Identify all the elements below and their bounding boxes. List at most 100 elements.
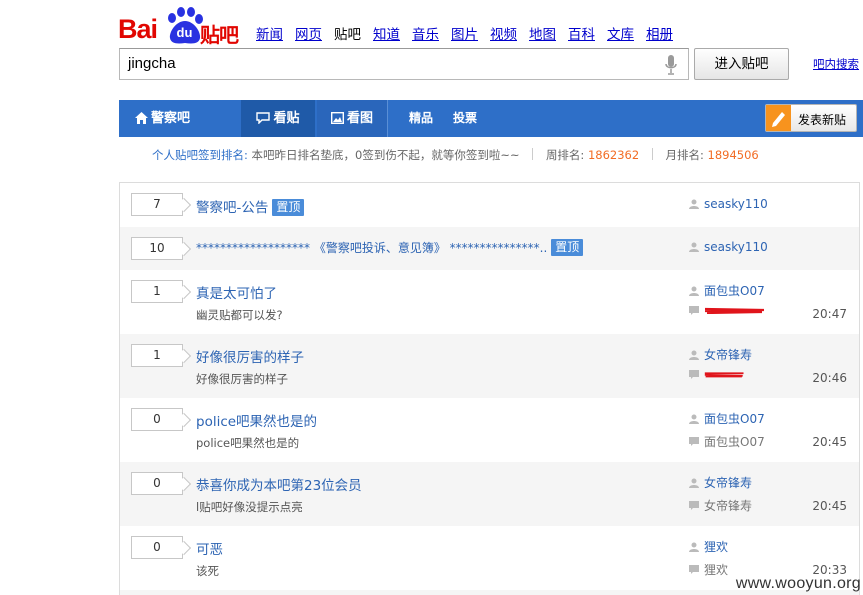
week-rank-value: 1862362 [587,148,640,162]
reply-count: 0 [131,536,183,559]
user-icon [689,242,699,252]
author-name[interactable]: 面包虫O07 [704,412,765,426]
topnav-map[interactable]: 地图 [529,23,556,43]
thread-row: 0 恭喜你成为本吧第23位会员 l贴吧好像没提示点亮 女帝锋寿 女帝锋寿 20:… [120,462,859,526]
author-name[interactable]: seasky110 [704,197,768,211]
thread-title[interactable]: 真是太可怕了 [196,282,277,302]
thread-author[interactable]: 女帝锋寿 [689,474,752,491]
enter-tieba-button[interactable]: 进入贴吧 [694,48,789,80]
topnav-music[interactable]: 音乐 [412,23,439,43]
redacted-mark [704,372,744,378]
home-icon [135,112,148,124]
tab-pictures[interactable]: 看图 [317,100,387,137]
topnav-tieba: 贴吧 [334,27,361,43]
thread-title[interactable]: ******************* 《警察吧投诉、意见簿》 ********… [196,241,547,255]
reply-count: 1 [131,280,183,303]
comment-icon [689,437,699,446]
thread-abstract: police吧果然也是的 [196,436,300,450]
last-reply-time: 20:47 [812,307,847,321]
topnav-zhidao[interactable]: 知道 [373,23,400,43]
reply-count: 0 [131,408,183,431]
thread-author[interactable]: seasky110 [689,240,768,254]
search-input[interactable]: jingcha [119,48,689,80]
last-replier-name[interactable]: 女帝锋寿 [704,499,752,513]
thread-row: 1 真是太可怕了 幽灵贴都可以发? 面包虫O07 20:47 [120,270,859,334]
thread-title[interactable]: 可恶 [196,538,223,558]
logo-text-tieba: 贴吧 [200,23,239,47]
week-rank-label: 周排名: [545,148,585,162]
user-icon [689,350,699,360]
rank-label[interactable]: 个人贴吧签到排名: [152,148,248,162]
last-replier[interactable]: 面包虫O07 [689,433,765,450]
sign-in-rank: 个人贴吧签到排名: 本吧昨日排名垫底，0签到伤不起，就等你签到啦~~ 周排名: … [152,147,759,163]
forum-home-link[interactable]: 警察吧 [135,100,190,137]
new-post-label: 发表新贴 [798,113,847,127]
comment-icon [689,565,699,574]
thread-title[interactable]: police吧果然也是的 [196,410,317,430]
thread-row: 0 police吧果然也是的 police吧果然也是的 面包虫O07 面包虫O0… [120,398,859,462]
pinned-badge: 置顶 [551,239,584,256]
navbar-divider [387,100,388,137]
logo-text-du: du [176,25,193,40]
last-replier[interactable] [689,368,754,382]
thread-title[interactable]: 警察吧-公告 [196,200,268,216]
logo-text-bai: Bai [118,14,158,44]
month-rank-label: 月排名: [665,148,704,162]
reply-count: 7 [131,193,183,216]
month-rank-value: 1894506 [707,148,759,162]
thread-title-link[interactable]: ******************* 《警察吧投诉、意见簿》 ********… [196,239,584,256]
thread-abstract: l贴吧好像没提示点亮 [196,500,303,514]
thread-author[interactable]: seasky110 [689,197,768,211]
thread-author[interactable]: 面包虫O07 [689,282,765,299]
thread-abstract: 幽灵贴都可以发? [196,308,283,322]
tab-featured[interactable]: 精品 [409,100,433,137]
thread-title[interactable]: 恭喜你成为本吧第23位会员 [196,474,362,494]
thread-author[interactable]: 女帝锋寿 [689,346,752,363]
pinned-badge: 置顶 [272,199,305,216]
tab-posts[interactable]: 看贴 [241,100,315,137]
author-name[interactable]: seasky110 [704,240,768,254]
topnav-baike[interactable]: 百科 [568,23,595,43]
thread-author[interactable]: 面包虫O07 [689,410,765,427]
author-name[interactable]: 狸欢 [704,540,728,554]
inner-search-link[interactable]: 吧内搜索 [813,56,859,72]
picture-icon [330,112,344,124]
tab-vote[interactable]: 投票 [453,100,477,137]
topnav-video[interactable]: 视频 [490,23,517,43]
last-replier[interactable] [689,304,766,318]
rank-divider [651,148,653,160]
last-reply-time: 20:45 [812,435,847,449]
last-replier-name[interactable]: 面包虫O07 [704,435,765,449]
user-icon [689,414,699,424]
author-name[interactable]: 女帝锋寿 [704,476,752,490]
microphone-icon[interactable] [664,54,678,76]
last-reply-time: 20:46 [812,371,847,385]
thread-title[interactable]: 好像很厉害的样子 [196,346,304,366]
redacted-mark [704,307,765,314]
comment-icon [689,306,699,315]
new-post-button[interactable]: 发表新贴 [765,104,857,132]
topnav-album[interactable]: 相册 [646,23,673,43]
topnav-images[interactable]: 图片 [451,23,478,43]
comment-icon [689,370,699,379]
topnav-news[interactable]: 新闻 [256,23,283,43]
thread-abstract: 好像很厉害的样子 [196,372,288,386]
thread-abstract: 该死 [196,564,219,578]
thread-title-link[interactable]: 警察吧-公告 置顶 [196,196,305,216]
topnav-web[interactable]: 网页 [295,23,322,43]
forum-navbar: 警察吧 看贴 看图 精品 投票 发表新贴 [119,100,863,137]
last-replier[interactable]: 女帝锋寿 [689,497,752,514]
baidu-tieba-logo[interactable]: Bai du 贴吧 [118,6,240,47]
tab-posts-label: 看贴 [273,111,300,126]
last-replier[interactable]: 狸欢 [689,561,728,578]
thread-author[interactable]: 狸欢 [689,538,728,555]
last-replier-name[interactable]: 狸欢 [704,563,728,577]
author-name[interactable]: 女帝锋寿 [704,348,752,362]
pen-icon [766,105,791,131]
author-name[interactable]: 面包虫O07 [704,284,765,298]
user-icon [689,542,699,552]
comment-icon [689,501,699,510]
user-icon [689,199,699,209]
thread-row: 7 警察吧-公告 置顶 seasky110 [120,183,859,227]
topnav-wenku[interactable]: 文库 [607,23,634,43]
